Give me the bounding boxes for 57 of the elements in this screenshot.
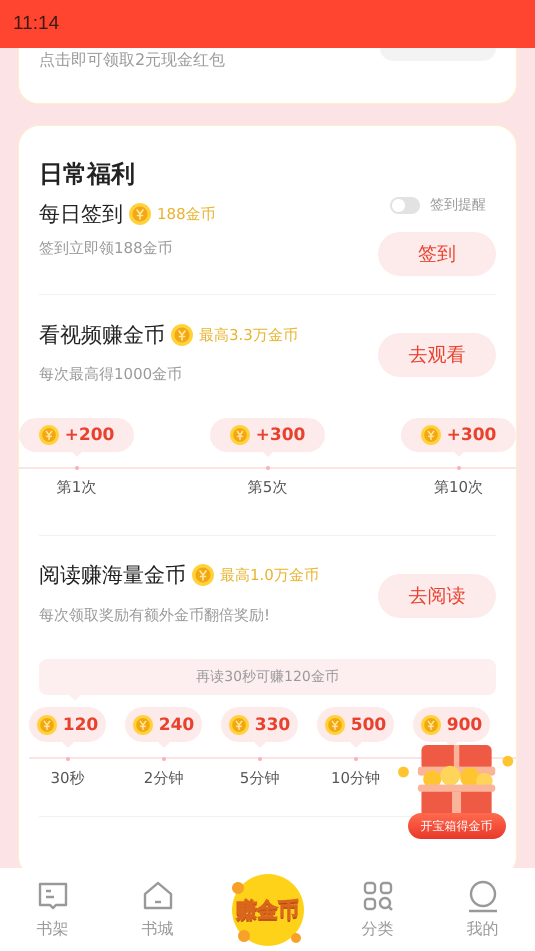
cash-text: 点击即可领取2元现金红包 (39, 50, 226, 70)
nav-tab[interactable]: 我的 (442, 879, 522, 940)
milestone-dot (354, 757, 358, 761)
milestone-label: 30秒 (50, 768, 85, 788)
coin-icon (228, 714, 249, 734)
reward-amount: 330 (254, 714, 290, 734)
milestone-label: 第1次 (56, 477, 96, 497)
milestone-dot (266, 466, 270, 470)
milestone-dot (258, 757, 262, 761)
reward-text: 188金币 (157, 204, 216, 224)
nav-tab[interactable]: 分类 (338, 879, 418, 940)
open-chest-button[interactable]: 开宝箱得金币 (408, 813, 506, 839)
reading-hint: 再读30秒可赚120金币 (39, 659, 496, 701)
status-time: 11:14 (13, 13, 60, 35)
coin-icon (420, 714, 441, 734)
reward-text: 最高1.0万金币 (220, 566, 319, 584)
read-button[interactable]: 去阅读 (378, 574, 496, 618)
milestone-dot (162, 757, 166, 761)
milestone-label: 10分钟 (330, 768, 380, 788)
milestone-label: 第10次 (434, 477, 484, 497)
task-subtitle: 签到立即领188金币 (39, 238, 174, 258)
reminder-label: 签到提醒 (430, 196, 486, 214)
reward-amount: +200 (64, 424, 114, 445)
reward-amount: 120 (62, 714, 98, 734)
milestone-label: 5分钟 (240, 768, 280, 788)
sign-in-button[interactable]: 签到 (378, 232, 496, 276)
claim-button[interactable] (380, 48, 496, 61)
reward-amount: 240 (158, 714, 194, 734)
reminder-toggle[interactable] (390, 196, 420, 214)
coin-icon (324, 714, 345, 734)
coin-icon (38, 424, 59, 445)
coin-icon (230, 424, 250, 445)
reward-text: 最高3.3万金币 (199, 326, 298, 344)
coin-icon (129, 203, 151, 225)
coin-icon (192, 564, 214, 586)
milestone-dot (66, 757, 70, 761)
task-title: 阅读赚海量金币 (39, 562, 186, 589)
section-title: 日常福利 (38, 159, 136, 188)
nav-tab[interactable]: 书城 (118, 879, 198, 940)
milestone-label: 第5次 (248, 477, 288, 497)
milestone-label: 2分钟 (144, 768, 184, 788)
coin-icon (420, 424, 441, 445)
nav-tab[interactable]: 书架 (12, 879, 92, 940)
coin-icon (132, 714, 153, 734)
reward-amount: +300 (256, 424, 306, 445)
reward-amount: +300 (446, 424, 496, 445)
task-title: 每日签到 (39, 201, 123, 228)
task-subtitle: 每次领取奖励有额外金币翻倍奖励! (39, 605, 272, 625)
milestone-dot (456, 466, 460, 470)
milestone-dot (74, 466, 78, 470)
watch-button[interactable]: 去观看 (378, 333, 496, 377)
task-subtitle: 每次最高得1000金币 (39, 364, 184, 384)
task-title: 看视频赚金币 (39, 322, 165, 349)
coin-icon (36, 714, 57, 734)
coin-icon (171, 324, 193, 346)
reward-amount: 900 (446, 714, 482, 734)
reward-amount: 500 (350, 714, 386, 734)
